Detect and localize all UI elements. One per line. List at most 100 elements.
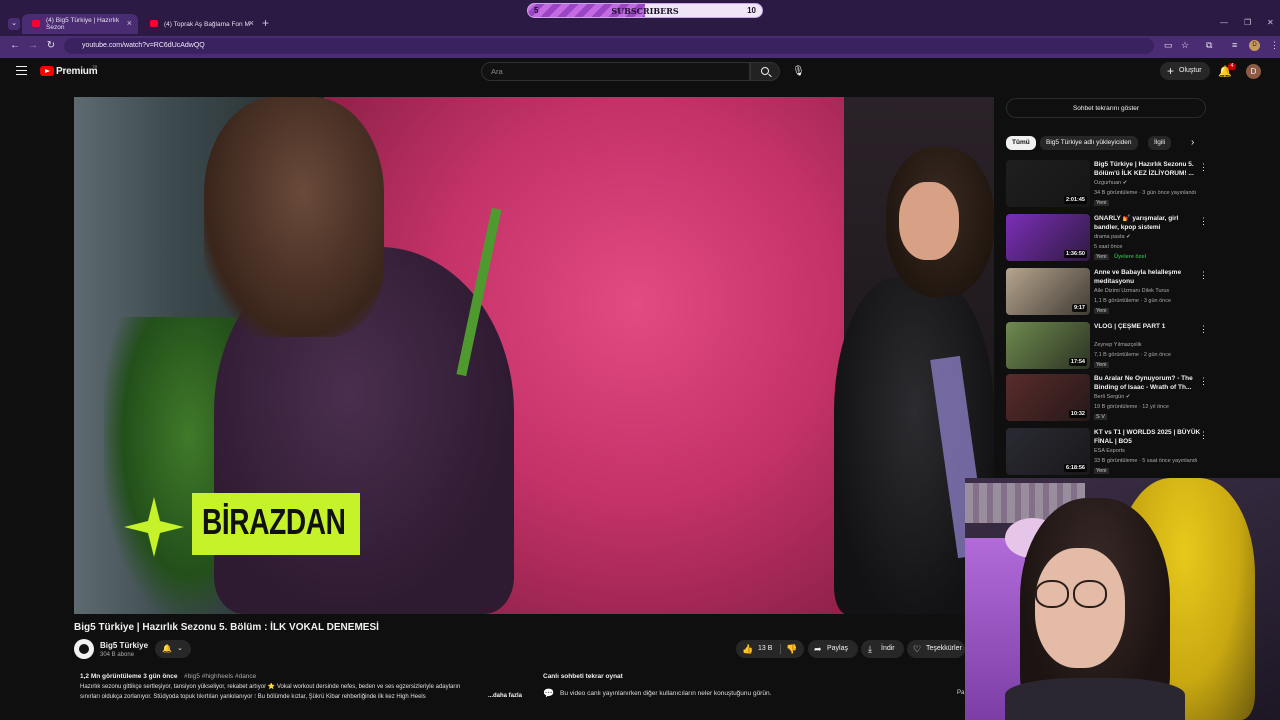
more-options-icon[interactable]: ⋮ bbox=[1199, 162, 1208, 173]
video-thumbnail[interactable]: 6:18:56 bbox=[1006, 428, 1090, 475]
browser-tab-active[interactable]: (4) Big5 Türkiye | Hazırlık Sezon × bbox=[22, 14, 138, 34]
coming-up-banner-text: BİRAZDAN bbox=[202, 501, 346, 542]
chevron-down-icon: ⌄ bbox=[177, 645, 183, 652]
minimize-icon[interactable]: — bbox=[1220, 18, 1228, 27]
create-button[interactable]: + Oluştur bbox=[1160, 62, 1210, 80]
close-window-icon[interactable]: ✕ bbox=[1267, 18, 1274, 27]
thumbs-down-icon[interactable]: 👎 bbox=[786, 640, 797, 658]
youtube-logo-icon[interactable] bbox=[40, 66, 54, 76]
recommended-video[interactable]: 6:18:56 KT vs T1 | WORLDS 2025 | BÜYÜK Fİ… bbox=[1006, 428, 1211, 476]
webcam-overlay bbox=[965, 478, 1280, 720]
coming-up-banner: BİRAZDAN bbox=[192, 493, 360, 555]
plus-icon: + bbox=[1167, 64, 1175, 78]
hashtags[interactable]: #big5 #highheels #dance bbox=[184, 673, 256, 680]
hamburger-menu-icon[interactable] bbox=[16, 66, 27, 75]
search-button[interactable] bbox=[750, 62, 780, 81]
address-bar[interactable]: youtube.com/watch?v=RC6dUcAdwQQ bbox=[64, 38, 1154, 54]
filter-chip-all[interactable]: Tümü bbox=[1006, 136, 1036, 150]
download-button[interactable]: ⤓ İndir bbox=[861, 640, 904, 658]
close-tab-icon[interactable]: × bbox=[127, 18, 132, 28]
video-thumbnail[interactable]: 2:01:45 bbox=[1006, 160, 1090, 207]
video-duration: 2:01:45 bbox=[1064, 196, 1087, 204]
browser-menu-icon[interactable]: ⋮ bbox=[1270, 40, 1279, 51]
recommended-channel-name[interactable]: Aile Dizimi Uzmanı Dilek Turus bbox=[1094, 288, 1169, 294]
recommended-video-title[interactable]: VLOG | ÇEŞME PART 1 bbox=[1094, 322, 1204, 331]
recommended-video-meta: 33 B görüntüleme · 5 saat önce yayınland… bbox=[1094, 458, 1198, 464]
more-options-icon[interactable]: ⋮ bbox=[1199, 324, 1208, 335]
video-player[interactable]: BİRAZDAN bbox=[74, 97, 994, 614]
more-options-icon[interactable]: ⋮ bbox=[1199, 216, 1208, 227]
thanks-heart-icon: ♡ bbox=[913, 644, 922, 654]
video-duration: 10:32 bbox=[1068, 410, 1087, 418]
chat-replay-button[interactable]: Pa bbox=[957, 690, 964, 696]
browser-profile-avatar[interactable]: D bbox=[1249, 40, 1260, 51]
recommended-video-title[interactable]: Anne ve Babayla helalleşme meditasyonu bbox=[1094, 268, 1204, 286]
show-more-link[interactable]: ...daha fazla bbox=[488, 693, 522, 699]
recommended-video[interactable]: 9:17 Anne ve Babayla helalleşme meditasyo… bbox=[1006, 268, 1211, 316]
tab-title: (4) Big5 Türkiye | Hazırlık Sezon bbox=[46, 17, 120, 31]
recommended-channel-name[interactable]: Zeynep Yılmazçelik bbox=[1094, 342, 1142, 348]
youtube-favicon-icon bbox=[32, 20, 40, 27]
recommended-channel-name[interactable]: ESA Esports bbox=[1094, 448, 1125, 454]
chat-icon: 💬 bbox=[543, 688, 555, 698]
cast-icon[interactable]: ▭ bbox=[1164, 40, 1173, 51]
more-options-icon[interactable]: ⋮ bbox=[1199, 270, 1208, 281]
description-box[interactable]: 1,2 Mn görüntüleme 3 gün önce #big5 #hig… bbox=[74, 668, 534, 708]
more-options-icon[interactable]: ⋮ bbox=[1199, 376, 1208, 387]
video-thumbnail[interactable]: 10:32 bbox=[1006, 374, 1090, 421]
thanks-button[interactable]: ♡ Teşekkürler bbox=[907, 640, 965, 658]
voice-search-icon[interactable]: 🎙 bbox=[789, 62, 808, 81]
account-avatar[interactable]: D bbox=[1246, 64, 1261, 79]
share-button[interactable]: ➦ Paylaş bbox=[808, 640, 858, 658]
recommended-video-meta: 34 B görüntüleme · 3 gün önce yayınlandı bbox=[1094, 190, 1197, 196]
youtube-favicon-icon bbox=[150, 20, 158, 27]
recommended-video-title[interactable]: KT vs T1 | WORLDS 2025 | BÜYÜK FİNAL | B… bbox=[1094, 428, 1204, 446]
more-options-icon[interactable]: ⋮ bbox=[1199, 430, 1208, 441]
bookmark-star-icon[interactable]: ☆ bbox=[1181, 40, 1189, 51]
filter-chip-uploader[interactable]: Big5 Türkiye adlı yükleyiciden bbox=[1040, 136, 1138, 150]
tab-search-button[interactable]: ⌄ bbox=[8, 18, 20, 30]
recommended-video-title[interactable]: Bu Aralar Ne Oynuyorum? - The Binding of… bbox=[1094, 374, 1204, 392]
country-code: TR bbox=[92, 64, 98, 69]
search-icon bbox=[761, 67, 769, 75]
forward-icon[interactable]: → bbox=[26, 40, 40, 51]
recommended-channel-name[interactable]: drama pasta ✔ bbox=[1094, 234, 1131, 240]
new-badge: S V bbox=[1094, 414, 1107, 420]
channel-avatar[interactable] bbox=[74, 639, 94, 659]
like-dislike-button[interactable]: 👍 13 B 👎 bbox=[736, 640, 804, 658]
webcam-glasses bbox=[1035, 580, 1069, 608]
video-thumbnail[interactable]: 1:36:50 bbox=[1006, 214, 1090, 261]
recommended-video[interactable]: 2:01:45 Big5 Türkiye | Hazırlık Sezonu 5.… bbox=[1006, 160, 1211, 208]
back-icon[interactable]: ← bbox=[8, 40, 22, 51]
new-tab-button[interactable]: + bbox=[262, 16, 269, 30]
recommended-video[interactable]: 17:54 VLOG | ÇEŞME PART 1 Zeynep Yılmazçel… bbox=[1006, 322, 1211, 370]
restore-icon[interactable]: ❐ bbox=[1244, 18, 1251, 27]
channel-name[interactable]: Big5 Türkiye bbox=[100, 641, 148, 650]
show-chat-replay-button[interactable]: Sohbet tekrarını göster bbox=[1006, 98, 1206, 118]
video-thumbnail[interactable]: 9:17 bbox=[1006, 268, 1090, 315]
filter-chip-related[interactable]: İlgili bbox=[1148, 136, 1172, 150]
webcam-streamer-face bbox=[1035, 548, 1125, 668]
reload-icon[interactable]: ↻ bbox=[44, 40, 58, 51]
recommended-video[interactable]: 1:36:50 GNARLY 💅 yarışmalar, girl bandler… bbox=[1006, 214, 1211, 262]
thumbs-up-icon[interactable]: 👍 bbox=[742, 640, 753, 658]
subscription-bell-button[interactable]: 🔔 ⌄ bbox=[155, 640, 191, 658]
subscriber-goal-label: SUBSCRIBERS bbox=[611, 6, 679, 16]
search-input[interactable]: Ara bbox=[481, 62, 750, 81]
recommended-channel-name[interactable]: Ozgurhuan ✔ bbox=[1094, 180, 1127, 186]
extensions-icon[interactable]: ⧉ bbox=[1206, 40, 1212, 51]
divider bbox=[780, 644, 781, 654]
close-tab-icon[interactable]: × bbox=[249, 18, 254, 28]
recommended-channel-name[interactable]: Berli Sergün ✔ bbox=[1094, 394, 1130, 400]
recommended-video-title[interactable]: Big5 Türkiye | Hazırlık Sezonu 5. Bölüm'… bbox=[1094, 160, 1204, 178]
media-icon[interactable]: ≡ bbox=[1232, 40, 1237, 50]
new-badge: Yeni bbox=[1094, 308, 1109, 314]
description-text: Hazırlık sezonu gittikçe sertleşiyor, ta… bbox=[80, 684, 461, 690]
share-icon: ➦ bbox=[814, 644, 822, 654]
recommended-video-title[interactable]: GNARLY 💅 yarışmalar, girl bandler, kpop … bbox=[1094, 214, 1204, 232]
browser-tab[interactable]: (4) Toprak Aş Bağlama Fon M × bbox=[140, 14, 260, 34]
recommended-video[interactable]: 10:32 Bu Aralar Ne Oynuyorum? - The Bindi… bbox=[1006, 374, 1211, 422]
video-thumbnail[interactable]: 17:54 bbox=[1006, 322, 1090, 369]
chevron-right-icon[interactable]: › bbox=[1191, 137, 1194, 148]
video-frame-person-hair bbox=[204, 97, 384, 337]
